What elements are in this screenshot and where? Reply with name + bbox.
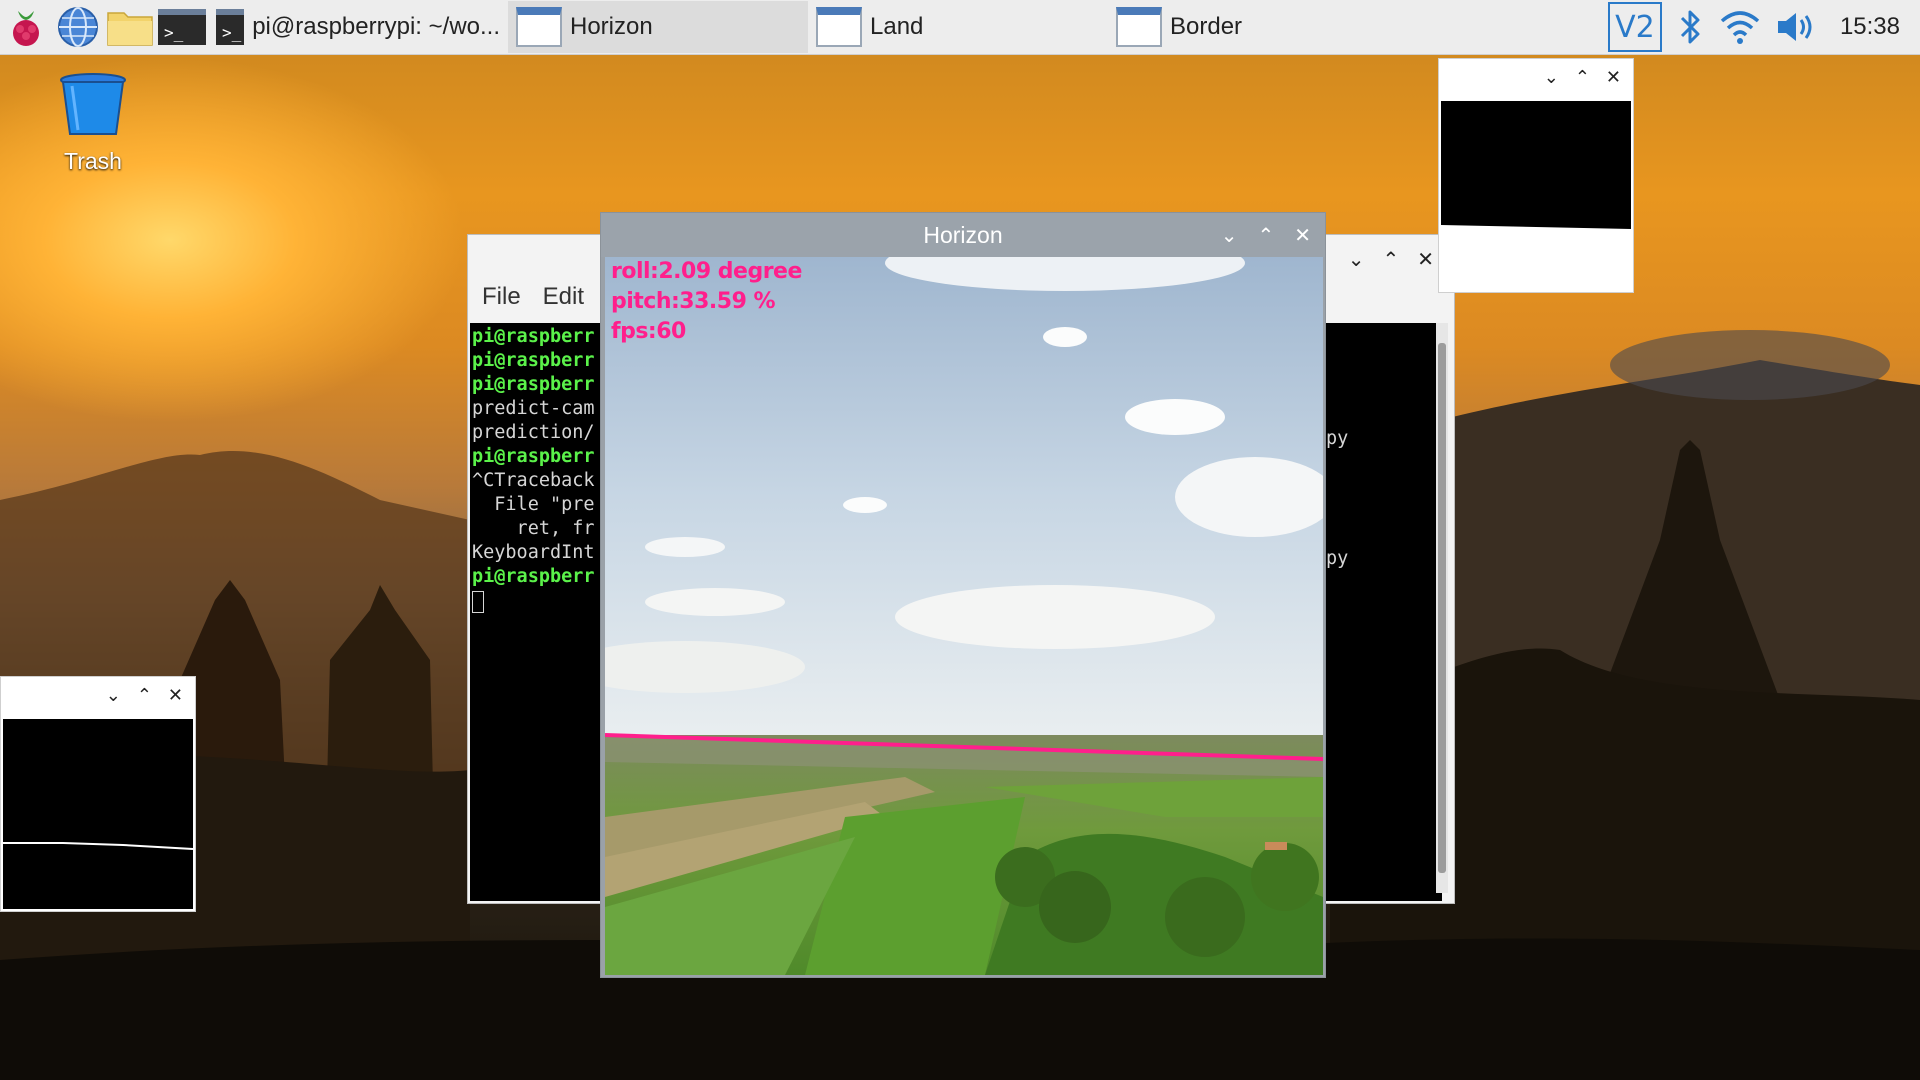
scrollbar-thumb[interactable] (1438, 343, 1446, 873)
minimize-icon[interactable]: ⌄ (106, 685, 121, 706)
window-icon (516, 7, 562, 47)
vnc-button[interactable]: V2 (1607, 2, 1662, 52)
window-title: Horizon (923, 221, 1003, 248)
minimize-icon[interactable]: ⌄ (1348, 247, 1365, 272)
camera-view: roll:2.09 degree pitch:33.59 % fps:60 (605, 257, 1323, 975)
pitch-readout: pitch:33.59 % (611, 289, 776, 314)
clock[interactable]: 15:38 (1840, 13, 1900, 41)
task-terminal[interactable]: >_ pi@raspberrypi: ~/wo... (208, 1, 508, 53)
terminal-icon: >_ (158, 9, 206, 45)
terminal-fragment: py (1326, 428, 1349, 449)
trash-icon (60, 73, 126, 135)
camera-frame (605, 257, 1323, 975)
roll-readout: roll:2.09 degree (611, 259, 802, 284)
small-window-titlebar[interactable]: ⌄ ⌃ ✕ (1, 677, 195, 715)
horizon-titlebar[interactable]: Horizon ⌄ ⌃ ✕ (601, 213, 1325, 257)
border-plot (1441, 225, 1631, 233)
system-tray: V2 15:38 (1607, 2, 1920, 52)
task-horizon[interactable]: Horizon (508, 1, 808, 53)
land-plot (3, 842, 194, 850)
bluetooth-icon[interactable] (1674, 6, 1706, 48)
small-window-controls: ⌄ ⌃ ✕ (106, 685, 183, 706)
minimize-icon[interactable]: ⌄ (1544, 67, 1559, 88)
task-border[interactable]: Border (1108, 1, 1408, 53)
menu-edit[interactable]: Edit (543, 283, 584, 311)
fps-readout: fps:60 (611, 319, 686, 344)
maximize-icon[interactable]: ⌃ (1382, 247, 1399, 272)
window-icon (1116, 7, 1162, 47)
globe-icon (58, 7, 98, 47)
maximize-icon[interactable]: ⌃ (137, 685, 152, 706)
terminal-cursor (472, 591, 484, 613)
file-manager-button[interactable] (104, 3, 156, 51)
task-label: Land (870, 13, 924, 40)
terminal-menubar: File Edit (482, 283, 584, 311)
window-icon (816, 7, 862, 47)
close-icon[interactable]: ✕ (1294, 223, 1311, 248)
small-window-controls: ⌄ ⌃ ✕ (1544, 67, 1621, 88)
terminal-icon: >_ (216, 9, 245, 45)
maximize-icon[interactable]: ⌃ (1575, 67, 1590, 88)
terminal-window-controls: ⌄ ⌃ ✕ (1348, 247, 1434, 272)
raspberry-menu-button[interactable] (0, 3, 52, 51)
close-icon[interactable]: ✕ (168, 685, 183, 706)
wifi-icon[interactable] (1718, 7, 1762, 47)
maximize-icon[interactable]: ⌃ (1257, 223, 1274, 248)
trash-desktop-icon[interactable]: Trash (48, 72, 138, 175)
horizon-window-controls: ⌄ ⌃ ✕ (1221, 223, 1311, 248)
taskbar: >_ >_ pi@raspberrypi: ~/wo... Horizon La… (0, 0, 1920, 55)
task-land[interactable]: Land (808, 1, 1108, 53)
terminal-scrollbar[interactable] (1436, 323, 1448, 893)
menu-file[interactable]: File (482, 283, 521, 311)
small-window-canvas (3, 719, 194, 909)
trash-label: Trash (64, 148, 122, 174)
vnc-icon: V2 (1615, 9, 1655, 45)
web-browser-button[interactable] (52, 3, 104, 51)
minimize-icon[interactable]: ⌄ (1221, 223, 1238, 248)
volume-icon[interactable] (1774, 7, 1818, 47)
folder-icon (107, 12, 153, 46)
raspberry-icon (13, 11, 39, 46)
terminal-launcher-button[interactable]: >_ (156, 3, 208, 51)
close-icon[interactable]: ✕ (1417, 247, 1434, 272)
close-icon[interactable]: ✕ (1606, 67, 1621, 88)
terminal-fragment: py (1326, 548, 1349, 569)
task-label: Border (1170, 13, 1243, 40)
task-label: Horizon (570, 13, 653, 40)
small-window-left: ⌄ ⌃ ✕ (0, 676, 196, 912)
small-window-canvas (1441, 101, 1631, 233)
small-window-right: ⌄ ⌃ ✕ (1438, 58, 1634, 293)
small-window-titlebar[interactable]: ⌄ ⌃ ✕ (1439, 59, 1633, 97)
horizon-window: Horizon ⌄ ⌃ ✕ roll:2.09 degree pitch:33.… (600, 212, 1326, 978)
task-label: pi@raspberrypi: ~/wo... (252, 13, 500, 40)
